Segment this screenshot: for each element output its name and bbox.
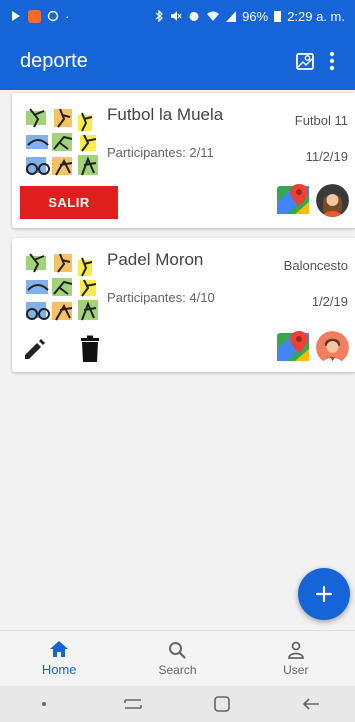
bluetooth-icon bbox=[155, 10, 164, 22]
delete-trash-icon[interactable] bbox=[78, 335, 102, 363]
organizer-avatar[interactable] bbox=[316, 184, 349, 217]
overflow-menu-button[interactable] bbox=[329, 51, 335, 71]
bottom-navigation: Home Search User bbox=[0, 630, 355, 686]
dot-icon bbox=[42, 702, 47, 706]
recent-apps-button[interactable] bbox=[89, 696, 178, 712]
recents-icon bbox=[124, 699, 142, 709]
nav-user-label: User bbox=[283, 662, 309, 677]
clock: 2:29 a. m. bbox=[287, 8, 345, 24]
battery-icon bbox=[274, 11, 282, 22]
wifi-icon bbox=[207, 11, 220, 21]
search-icon bbox=[169, 641, 187, 659]
map-view-button[interactable] bbox=[295, 51, 315, 71]
home-system-button[interactable] bbox=[178, 695, 267, 713]
google-maps-icon[interactable] bbox=[277, 331, 309, 363]
edit-pencil-icon[interactable] bbox=[22, 336, 48, 362]
page-title: deporte bbox=[20, 49, 88, 72]
status-bar: · 96% 2:29 a. m. bbox=[0, 0, 355, 32]
back-button[interactable] bbox=[266, 697, 355, 711]
nav-home-label: Home bbox=[41, 662, 77, 677]
sports-pictograms-image bbox=[26, 108, 98, 176]
app-bar: deporte bbox=[0, 32, 355, 90]
system-navigation-bar bbox=[0, 686, 355, 722]
more-vert-icon bbox=[329, 51, 335, 71]
organizer-avatar[interactable] bbox=[316, 331, 349, 364]
user-icon bbox=[287, 641, 304, 659]
signal-icon bbox=[226, 11, 237, 22]
nav-search-label: Search bbox=[158, 662, 197, 677]
event-date: 11/2/19 bbox=[305, 149, 348, 164]
google-maps-icon[interactable] bbox=[277, 184, 309, 216]
whatsapp-icon bbox=[47, 10, 59, 22]
app-notification-icon bbox=[28, 9, 41, 23]
event-card[interactable]: Futbol la Muela Participantes: 2/11 Futb… bbox=[12, 93, 355, 228]
event-participants: Participantes: 2/11 bbox=[107, 145, 214, 160]
battery-percent: 96% bbox=[242, 8, 269, 24]
event-sport: Futbol 11 bbox=[294, 113, 348, 128]
event-participants: Participantes: 4/10 bbox=[107, 290, 215, 305]
sports-pictograms-image bbox=[26, 253, 98, 321]
event-date: 1/2/19 bbox=[311, 294, 348, 309]
add-event-button[interactable] bbox=[298, 568, 350, 620]
alarm-icon bbox=[189, 12, 199, 21]
home-icon bbox=[50, 641, 69, 657]
more-notifications-dot: · bbox=[65, 8, 70, 24]
event-title: Futbol la Muela bbox=[107, 105, 224, 124]
plus-icon bbox=[315, 585, 333, 603]
nav-user[interactable]: User bbox=[237, 631, 355, 686]
nav-search[interactable]: Search bbox=[118, 631, 236, 686]
event-card[interactable]: Padel Moron Participantes: 4/10 Balonces… bbox=[12, 238, 355, 372]
event-sport: Baloncesto bbox=[283, 258, 348, 273]
event-title: Padel Moron bbox=[107, 250, 204, 269]
leave-event-button[interactable]: SALIR bbox=[20, 186, 118, 219]
system-dot-button[interactable] bbox=[0, 701, 89, 707]
back-arrow-icon bbox=[302, 698, 319, 710]
play-store-icon bbox=[12, 11, 20, 21]
mute-icon bbox=[171, 11, 182, 21]
nav-home[interactable]: Home bbox=[0, 631, 118, 686]
square-home-icon bbox=[214, 696, 230, 712]
map-icon bbox=[296, 53, 314, 70]
